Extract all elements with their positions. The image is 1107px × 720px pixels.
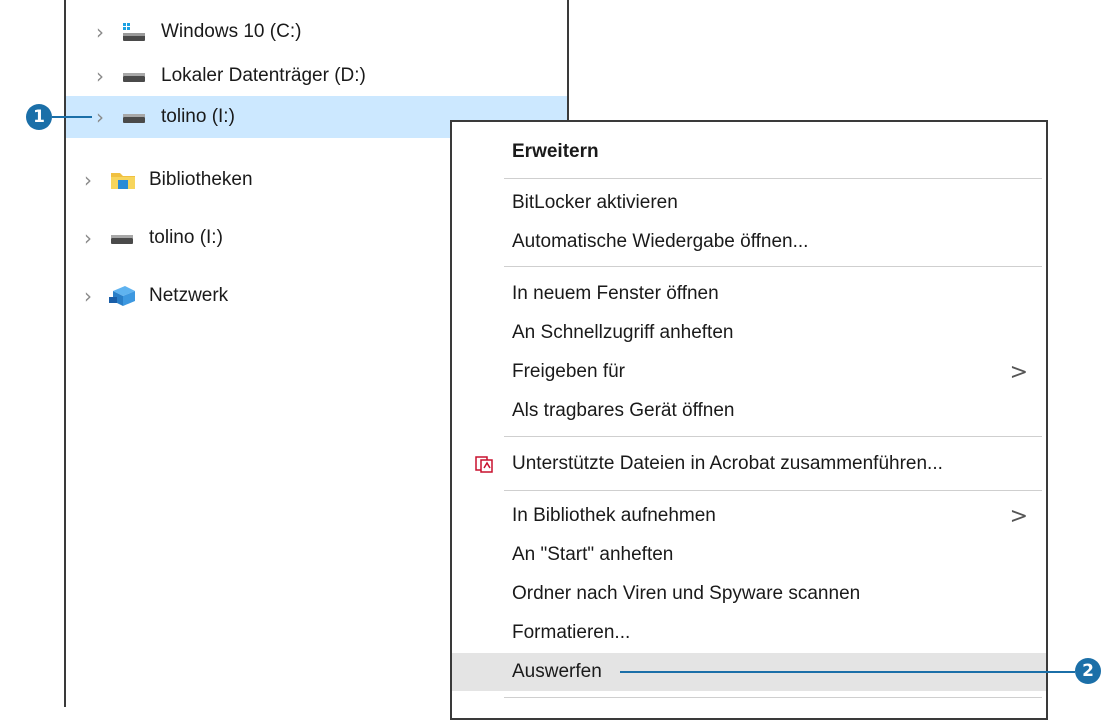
tree-item-label: Bibliotheken — [149, 169, 253, 190]
tree-item-label: Windows 10 (C:) — [161, 21, 302, 42]
tree-item-local-d[interactable]: › Lokaler Datenträger (D:) — [66, 56, 567, 96]
tree-item-label: tolino (I:) — [149, 227, 223, 248]
chevron-right-icon[interactable]: › — [84, 226, 92, 250]
callout-2-line — [620, 671, 1075, 673]
menu-item-pin-quick-access[interactable]: An Schnellzugriff anheften — [452, 314, 1046, 352]
menu-item-erweitern[interactable]: Erweitern — [452, 133, 1046, 171]
chevron-right-icon[interactable]: › — [84, 168, 92, 192]
menu-item-virus-scan[interactable]: Ordner nach Viren und Spyware scannen — [452, 575, 1046, 613]
chevron-right-icon[interactable]: › — [96, 105, 104, 129]
menu-item-label: An Schnellzugriff anheften — [512, 322, 734, 343]
tree-item-windows-c[interactable]: › Windows 10 (C:) — [66, 12, 567, 52]
menu-item-label: In Bibliothek aufnehmen — [512, 505, 716, 526]
menu-separator — [504, 436, 1042, 437]
menu-item-label: Erweitern — [512, 141, 599, 162]
menu-item-autoplay[interactable]: Automatische Wiedergabe öffnen... — [452, 223, 1046, 261]
menu-item-label: Ordner nach Viren und Spyware scannen — [512, 583, 861, 604]
drive-icon — [121, 108, 147, 132]
menu-item-label: Formatieren... — [512, 622, 631, 643]
menu-item-label: BitLocker aktivieren — [512, 192, 678, 213]
menu-item-include-library[interactable]: In Bibliothek aufnehmen > — [452, 497, 1046, 535]
callout-2: 2 — [1075, 658, 1101, 684]
context-menu: Erweitern BitLocker aktivieren Automatis… — [450, 120, 1048, 720]
tree-item-label: Netzwerk — [149, 285, 229, 306]
menu-item-pin-start[interactable]: An "Start" anheften — [452, 536, 1046, 574]
menu-item-label: In neuem Fenster öffnen — [512, 283, 719, 304]
menu-item-label: Automatische Wiedergabe öffnen... — [512, 231, 809, 252]
chevron-right-icon: > — [1009, 503, 1028, 529]
menu-item-acrobat-combine[interactable]: Unterstützte Dateien in Acrobat zusammen… — [452, 445, 1046, 483]
drive-icon — [109, 229, 135, 253]
chevron-right-icon: > — [1009, 359, 1028, 385]
menu-item-open-new-window[interactable]: In neuem Fenster öffnen — [452, 275, 1046, 313]
menu-item-bitlocker[interactable]: BitLocker aktivieren — [452, 184, 1046, 222]
acrobat-icon — [474, 455, 494, 479]
drive-icon — [121, 67, 147, 91]
menu-item-label: An "Start" anheften — [512, 544, 674, 565]
callout-1: 1 — [26, 104, 52, 130]
menu-item-label: Auswerfen — [512, 661, 602, 682]
menu-item-label: Als tragbares Gerät öffnen — [512, 400, 735, 421]
menu-separator — [504, 697, 1042, 698]
chevron-right-icon[interactable]: › — [96, 20, 104, 44]
menu-item-format[interactable]: Formatieren... — [452, 614, 1046, 652]
chevron-right-icon[interactable]: › — [96, 64, 104, 88]
windows-drive-icon — [121, 21, 147, 49]
menu-item-label: Freigeben für — [512, 361, 626, 382]
menu-item-open-portable-device[interactable]: Als tragbares Gerät öffnen — [452, 392, 1046, 430]
libraries-folder-icon — [109, 168, 137, 198]
chevron-right-icon[interactable]: › — [84, 284, 92, 308]
menu-separator — [504, 178, 1042, 179]
menu-separator — [504, 490, 1042, 491]
menu-item-label: Unterstützte Dateien in Acrobat zusammen… — [512, 453, 943, 474]
menu-item-share-with[interactable]: Freigeben für > — [452, 353, 1046, 391]
callout-1-line — [52, 116, 92, 118]
network-icon — [107, 283, 137, 315]
tree-item-label: Lokaler Datenträger (D:) — [161, 65, 366, 86]
tree-item-label: tolino (I:) — [161, 106, 235, 127]
menu-separator — [504, 266, 1042, 267]
